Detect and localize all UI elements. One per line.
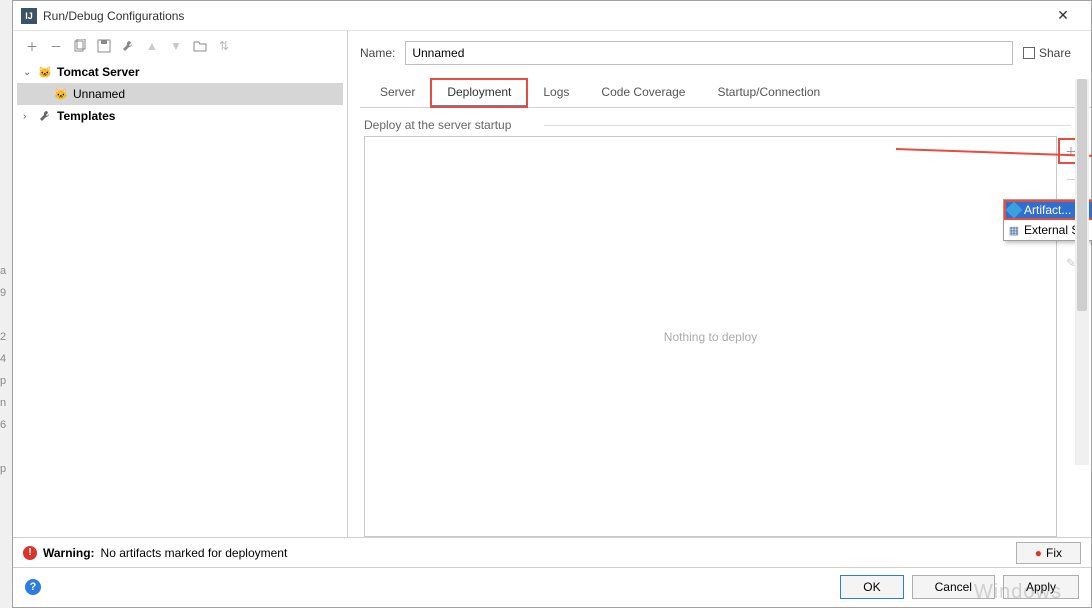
sort-icon[interactable]: ⇅ [215,37,233,55]
cancel-button[interactable]: Cancel [912,575,995,599]
warning-bar: ! Warning: No artifacts marked for deplo… [13,537,1091,567]
add-icon[interactable]: ＋ [23,37,41,55]
tab-server[interactable]: Server [364,79,431,107]
tree-label: Templates [57,109,115,123]
sidebar: ＋ － ▲ ▼ ⇅ ⌄ 🐱 Tomcat Server 🐱 Unnamed [13,31,348,537]
tree-node-tomcat[interactable]: ⌄ 🐱 Tomcat Server [17,61,343,83]
warning-label: Warning: [43,546,95,560]
copy-icon[interactable] [71,37,89,55]
tomcat-icon: 🐱 [37,64,53,80]
run-debug-dialog: IJ Run/Debug Configurations ✕ ＋ － ▲ ▼ ⇅ … [12,0,1092,608]
popup-label: Artifact... [1024,203,1071,217]
window-title: Run/Debug Configurations [43,9,1043,23]
apply-button[interactable]: Apply [1003,575,1079,599]
config-tree: ⌄ 🐱 Tomcat Server 🐱 Unnamed › Templates [13,61,347,127]
wrench-icon[interactable] [119,37,137,55]
tab-startup-connection[interactable]: Startup/Connection [701,79,836,107]
scrollbar[interactable] [1075,79,1089,465]
chevron-down-icon: ⌄ [23,67,37,78]
warning-icon: ! [23,546,37,560]
external-icon: ▦ [1008,224,1020,236]
main-panel: Name: Share Server Deployment Logs Code … [348,31,1091,537]
name-input[interactable] [405,41,1013,65]
titlebar: IJ Run/Debug Configurations ✕ [13,1,1091,31]
share-label: Share [1039,46,1071,60]
tree-label: Tomcat Server [57,65,139,79]
tree-node-templates[interactable]: › Templates [17,105,343,127]
chevron-right-icon: › [23,111,37,122]
tab-deployment[interactable]: Deployment [431,79,527,107]
artifact-icon [1006,202,1023,219]
warning-text: No artifacts marked for deployment [101,546,288,560]
wrench-icon [37,108,53,124]
remove-icon[interactable]: － [47,37,65,55]
sidebar-toolbar: ＋ － ▲ ▼ ⇅ [13,37,347,61]
down-icon[interactable]: ▼ [167,37,185,55]
folder-icon[interactable] [191,37,209,55]
dialog-buttons: ? OK Cancel Apply [13,567,1091,605]
ok-button[interactable]: OK [840,575,903,599]
tomcat-icon: 🐱 [53,86,69,102]
checkbox-icon [1023,47,1035,59]
app-icon: IJ [21,8,37,24]
popup-label: External S [1024,223,1079,237]
deploy-list: Nothing to deploy [364,136,1057,537]
tab-logs[interactable]: Logs [527,79,585,107]
cropped-edge-text: a924pn6p [0,260,10,480]
fix-button[interactable]: ● Fix [1016,542,1081,564]
tab-code-coverage[interactable]: Code Coverage [585,79,701,107]
help-icon[interactable]: ? [25,579,41,595]
tabs: Server Deployment Logs Code Coverage Sta… [360,79,1091,108]
share-checkbox[interactable]: Share [1023,46,1071,60]
bulb-icon: ● [1035,546,1042,560]
name-label: Name: [360,46,395,60]
deploy-empty-text: Nothing to deploy [664,330,757,344]
save-icon[interactable] [95,37,113,55]
close-icon[interactable]: ✕ [1043,7,1083,24]
deploy-section-label: Deploy at the server startup [364,118,1091,132]
tree-label: Unnamed [73,87,125,101]
tree-node-unnamed[interactable]: 🐱 Unnamed [17,83,343,105]
up-icon[interactable]: ▲ [143,37,161,55]
